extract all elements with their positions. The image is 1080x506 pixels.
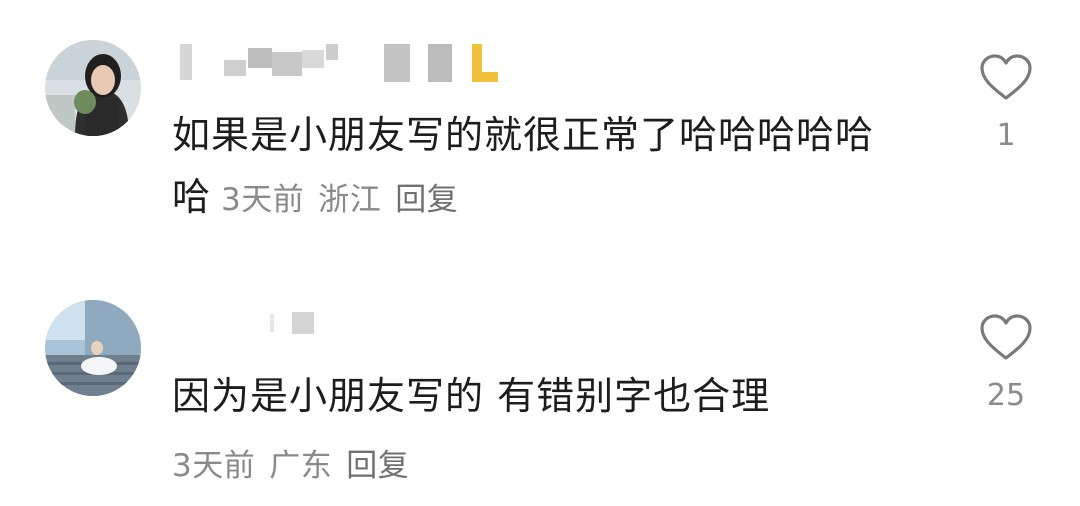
heart-outline-icon[interactable]: [976, 52, 1036, 102]
comment-location: 浙江: [318, 182, 382, 218]
avatar[interactable]: [45, 300, 141, 396]
comment-meta: 3天前 广东 回复: [172, 440, 423, 485]
reply-button[interactable]: 回复: [395, 182, 458, 218]
like-count: 25: [986, 378, 1026, 413]
comment-item: 如果是小朋友写的就很正常了哈哈哈哈哈哈 3天前 浙江 回复 1: [0, 0, 1080, 250]
comment-text: 如果是小朋友写的就很正常了哈哈哈哈哈哈 3天前 浙江 回复: [172, 104, 912, 231]
comment-body: 因为是小朋友写的 有错别字也合理: [172, 374, 771, 418]
comment-item: 因为是小朋友写的 有错别字也合理 3天前 广东 回复 25: [0, 262, 1080, 506]
comment-time: 3天前: [221, 182, 305, 218]
username-blurred[interactable]: [240, 310, 330, 336]
avatar[interactable]: [45, 40, 141, 136]
comment-time: 3天前: [172, 448, 256, 484]
heart-outline-icon[interactable]: [976, 312, 1036, 362]
comment-text: 因为是小朋友写的 有错别字也合理: [172, 365, 932, 427]
reply-button[interactable]: 回复: [346, 448, 409, 484]
like-button[interactable]: 25: [976, 312, 1036, 413]
like-button[interactable]: 1: [976, 52, 1036, 153]
comment-location: 广东: [269, 448, 333, 484]
comment-meta: 3天前 浙江 回复: [221, 182, 472, 218]
username-blurred[interactable]: [176, 42, 506, 82]
like-count: 1: [996, 118, 1016, 153]
